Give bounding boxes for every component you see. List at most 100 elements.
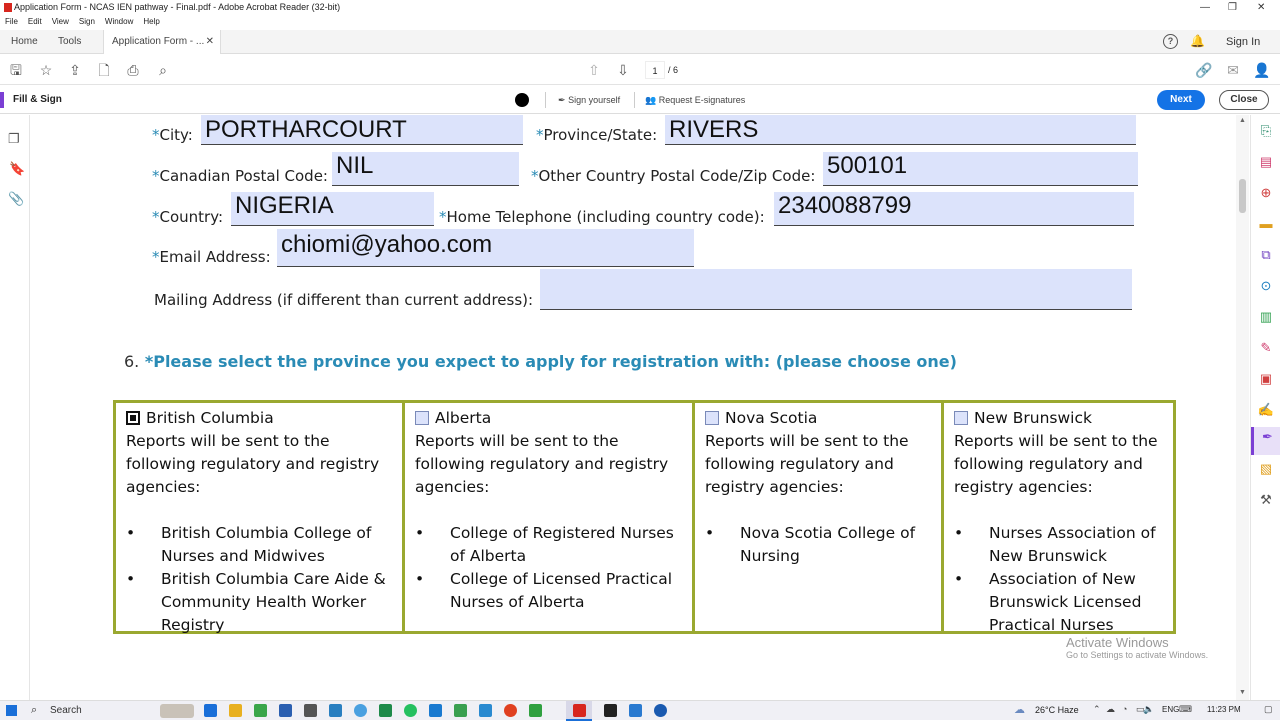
keyboard-icon[interactable]: ⌨	[1179, 704, 1192, 715]
language-indicator[interactable]: ENG	[1162, 705, 1179, 714]
app-icon[interactable]	[329, 704, 342, 717]
edit-pdf-icon[interactable]: ✎	[1256, 338, 1276, 358]
help-icon[interactable]: ?	[1163, 34, 1178, 49]
protect-icon[interactable]: ▣	[1256, 369, 1276, 389]
sign-in-link[interactable]: Sign In	[1226, 30, 1260, 54]
checkbox-nova-scotia[interactable]	[705, 411, 719, 425]
clock-time[interactable]: 11:23 PM	[1207, 705, 1241, 714]
word-icon[interactable]	[279, 704, 292, 717]
province-option[interactable]: New Brunswick	[954, 407, 1163, 430]
attachment-paperclip-icon[interactable]: 📎	[8, 191, 24, 207]
tab-home[interactable]: Home	[3, 30, 46, 54]
file-attach-icon[interactable]: 🗋	[94, 60, 114, 80]
close-window-icon[interactable]: ✕	[1257, 0, 1265, 15]
fill-sign-tool-icon[interactable]: ✒	[1251, 427, 1280, 455]
weather-haze-icon[interactable]: ☁	[1014, 703, 1025, 716]
scrollbar-thumb[interactable]	[1239, 179, 1246, 213]
weather-text[interactable]: 26°C Haze	[1035, 705, 1079, 715]
tab-close-icon[interactable]: ✕	[206, 30, 214, 54]
windows-start-icon[interactable]	[6, 705, 17, 716]
page-down-icon[interactable]: ⇩	[613, 60, 633, 80]
request-esignatures-button[interactable]: 👥 Request E-signatures	[645, 86, 745, 114]
sign-yourself-button[interactable]: ✒ Sign yourself	[558, 86, 620, 114]
scroll-down-arrow-icon[interactable]: ▼	[1239, 689, 1246, 696]
scan-ocr-icon[interactable]: ⊙	[1256, 276, 1276, 296]
request-signature-icon[interactable]: ✍	[1256, 400, 1276, 420]
share-user-icon[interactable]: 👤	[1252, 60, 1272, 80]
bookmark-icon[interactable]: 🔖	[9, 161, 25, 177]
stamp-icon[interactable]: ▧	[1256, 459, 1276, 479]
checkbox-new-brunswick[interactable]	[954, 411, 968, 425]
onedrive-icon[interactable]: ☁	[1106, 704, 1115, 715]
color-picker-icon[interactable]	[515, 93, 529, 107]
menu-sign[interactable]: Sign	[79, 17, 95, 26]
province-option[interactable]: British Columbia	[126, 407, 392, 430]
volume-icon[interactable]: 🔈	[1143, 704, 1154, 715]
close-button[interactable]: Close	[1219, 90, 1269, 110]
browser-icon[interactable]	[504, 704, 517, 717]
scroll-up-arrow-icon[interactable]: ▲	[1239, 117, 1246, 124]
checkbox-british-columbia[interactable]	[126, 411, 140, 425]
app-icon[interactable]	[629, 704, 642, 717]
wifi-icon[interactable]: ◔	[1122, 704, 1127, 714]
menu-window[interactable]: Window	[105, 17, 133, 26]
canadian-postal-code-field[interactable]: NIL	[332, 152, 519, 186]
print-icon[interactable]: ⎙	[123, 60, 143, 80]
taskbar-search-label[interactable]: Search	[50, 705, 82, 716]
page-number-input[interactable]: 1	[645, 61, 665, 79]
other-postal-code-field[interactable]: 500101	[823, 152, 1138, 186]
compress-icon[interactable]: ▥	[1256, 307, 1276, 327]
link-icon[interactable]: 🔗	[1194, 60, 1214, 80]
next-button[interactable]: Next	[1157, 90, 1205, 110]
show-hidden-icons-icon[interactable]: ⌃	[1093, 704, 1101, 715]
edge-icon[interactable]	[204, 704, 217, 717]
app-icon[interactable]	[454, 704, 467, 717]
maximize-icon[interactable]: ❐	[1228, 0, 1237, 15]
country-field[interactable]: NIGERIA	[231, 192, 434, 226]
home-telephone-field[interactable]: 2340088799	[774, 192, 1134, 226]
browser-icon[interactable]	[354, 704, 367, 717]
notification-bell-icon[interactable]: 🔔	[1190, 34, 1205, 48]
comment-icon[interactable]: ▬	[1256, 214, 1276, 234]
more-tools-icon[interactable]: ⚒	[1256, 490, 1276, 510]
vertical-scrollbar[interactable]: ▲ ▼	[1236, 115, 1249, 700]
page-up-icon[interactable]: ⇧	[584, 60, 604, 80]
app-icon[interactable]	[604, 704, 617, 717]
province-state-field[interactable]: RIVERS	[665, 115, 1136, 145]
zoom-search-icon[interactable]: ⌕	[153, 60, 173, 80]
save-icon[interactable]: 🖫	[6, 60, 26, 80]
notifications-icon[interactable]: ▢	[1264, 704, 1273, 715]
minimize-icon[interactable]: —	[1200, 0, 1210, 15]
menu-help[interactable]: Help	[143, 17, 159, 26]
province-option[interactable]: Alberta	[415, 407, 682, 430]
app-icon[interactable]	[529, 704, 542, 717]
tab-document[interactable]: Application Form - ... ✕	[103, 30, 221, 54]
app-icon[interactable]	[479, 704, 492, 717]
combine-files-icon[interactable]: ⧉	[1256, 245, 1276, 265]
file-explorer-icon[interactable]	[229, 704, 242, 717]
upload-cloud-icon[interactable]: ⇪	[65, 60, 85, 80]
app-icon[interactable]	[304, 704, 317, 717]
app-icon[interactable]	[654, 704, 667, 717]
mailing-address-field[interactable]	[540, 269, 1132, 310]
mail-icon[interactable]: ✉	[1223, 60, 1243, 80]
app-icon[interactable]	[254, 704, 267, 717]
search-icon[interactable]: ⌕	[31, 704, 37, 717]
whatsapp-icon[interactable]	[404, 704, 417, 717]
excel-icon[interactable]	[379, 704, 392, 717]
tab-tools[interactable]: Tools	[50, 30, 89, 54]
menu-file[interactable]: File	[5, 17, 18, 26]
create-pdf-icon[interactable]: ⊕	[1256, 183, 1276, 203]
star-bookmark-icon[interactable]: ☆	[36, 60, 56, 80]
city-field[interactable]: PORTHARCOURT	[201, 115, 523, 145]
checkbox-alberta[interactable]	[415, 411, 429, 425]
acrobat-taskbar-button[interactable]	[566, 701, 592, 721]
menu-view[interactable]: View	[52, 17, 69, 26]
export-pdf-icon[interactable]: ⎘	[1256, 121, 1276, 141]
organize-pages-icon[interactable]: ▤	[1256, 152, 1276, 172]
pages-thumbnail-icon[interactable]: ❐	[8, 131, 20, 147]
province-option[interactable]: Nova Scotia	[705, 407, 931, 430]
app-icon[interactable]	[429, 704, 442, 717]
menu-edit[interactable]: Edit	[28, 17, 42, 26]
email-address-field[interactable]: chiomi@yahoo.com	[277, 229, 694, 267]
